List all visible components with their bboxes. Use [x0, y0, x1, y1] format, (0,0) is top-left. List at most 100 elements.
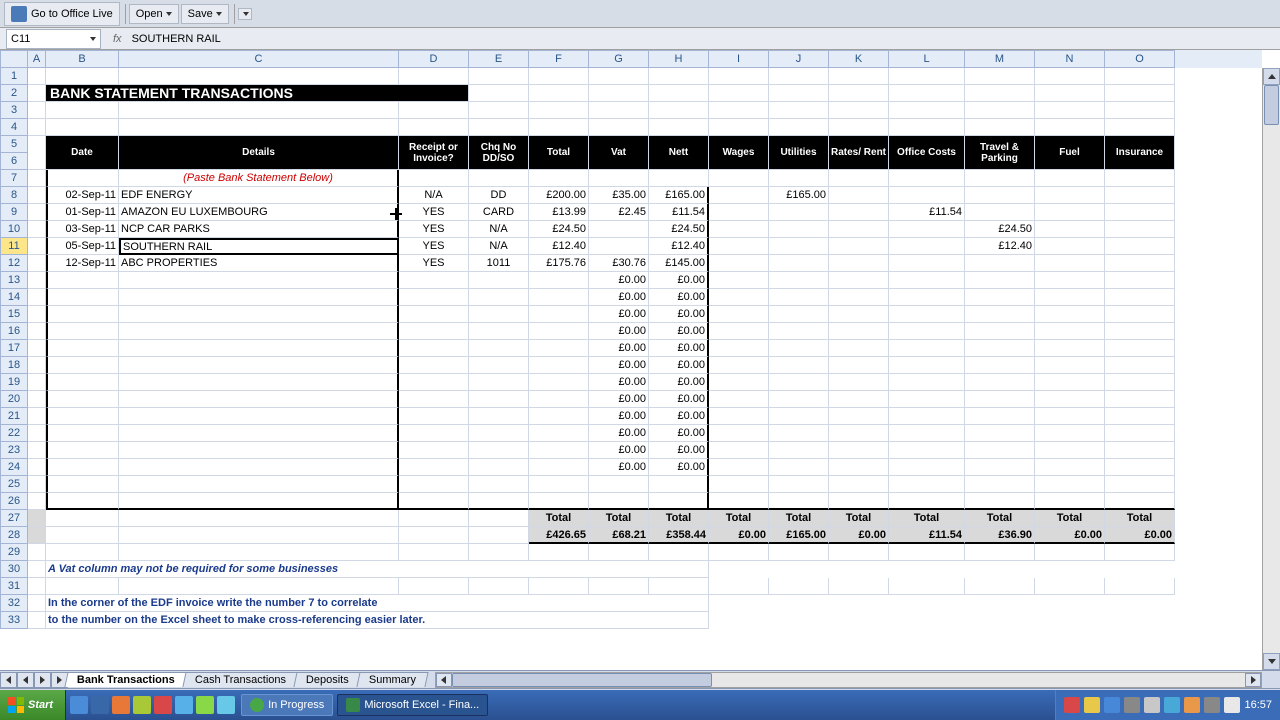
- grid-body[interactable]: BANK STATEMENT TRANSACTIONSDateDetailsRe…: [28, 68, 1262, 670]
- cell[interactable]: [46, 527, 119, 544]
- cell[interactable]: [889, 493, 965, 510]
- column-header-D[interactable]: D: [399, 50, 469, 68]
- cell[interactable]: [965, 408, 1035, 425]
- cell[interactable]: [119, 102, 399, 119]
- cell[interactable]: [399, 459, 469, 476]
- ins-cell[interactable]: [1105, 204, 1175, 221]
- cell[interactable]: [649, 544, 709, 561]
- cell[interactable]: [829, 476, 889, 493]
- quick-launch-icon[interactable]: [154, 696, 172, 714]
- cell[interactable]: [28, 374, 46, 391]
- row-header[interactable]: 27: [0, 510, 28, 527]
- table-column-header[interactable]: Rates/ Rent: [829, 136, 889, 170]
- cell[interactable]: [829, 459, 889, 476]
- cell[interactable]: [119, 578, 399, 595]
- cell[interactable]: [469, 170, 529, 187]
- cell[interactable]: [399, 374, 469, 391]
- total-value[interactable]: £0.00: [709, 527, 769, 544]
- taskbar-item-in-progress[interactable]: In Progress: [241, 694, 333, 716]
- cell[interactable]: [1035, 289, 1105, 306]
- cell[interactable]: [589, 544, 649, 561]
- travel-cell[interactable]: £12.40: [965, 238, 1035, 255]
- cell[interactable]: [28, 187, 46, 204]
- date-cell[interactable]: 05-Sep-11: [46, 238, 119, 255]
- cell[interactable]: [119, 425, 399, 442]
- receipt-cell[interactable]: YES: [399, 238, 469, 255]
- details-cell[interactable]: NCP CAR PARKS: [119, 221, 399, 238]
- cell[interactable]: [769, 68, 829, 85]
- cell[interactable]: [649, 170, 709, 187]
- tray-icon[interactable]: [1224, 697, 1240, 713]
- row-header[interactable]: 15: [0, 306, 28, 323]
- cell[interactable]: [469, 578, 529, 595]
- cell[interactable]: [589, 476, 649, 493]
- cell[interactable]: [1105, 391, 1175, 408]
- cell[interactable]: [1035, 306, 1105, 323]
- cell[interactable]: [28, 459, 46, 476]
- cell[interactable]: [889, 357, 965, 374]
- cell[interactable]: [469, 68, 529, 85]
- cell[interactable]: [769, 493, 829, 510]
- date-cell[interactable]: 03-Sep-11: [46, 221, 119, 238]
- cell[interactable]: [1035, 425, 1105, 442]
- cell[interactable]: [889, 544, 965, 561]
- chq-cell[interactable]: N/A: [469, 221, 529, 238]
- column-header-L[interactable]: L: [889, 50, 965, 68]
- cell[interactable]: [1035, 459, 1105, 476]
- name-box[interactable]: C11: [6, 29, 101, 49]
- cell[interactable]: [399, 272, 469, 289]
- cell[interactable]: [28, 289, 46, 306]
- receipt-cell[interactable]: N/A: [399, 187, 469, 204]
- cell[interactable]: [28, 408, 46, 425]
- cell[interactable]: [709, 340, 769, 357]
- row-header[interactable]: 12: [0, 255, 28, 272]
- column-header-H[interactable]: H: [649, 50, 709, 68]
- fx-icon[interactable]: fx: [109, 33, 126, 45]
- cell[interactable]: [965, 544, 1035, 561]
- row-header[interactable]: 33: [0, 612, 28, 629]
- cell[interactable]: [529, 357, 589, 374]
- cell[interactable]: [529, 476, 589, 493]
- cell[interactable]: [1105, 493, 1175, 510]
- total-value[interactable]: £0.00: [1105, 527, 1175, 544]
- total-cell[interactable]: £200.00: [529, 187, 589, 204]
- receipt-cell[interactable]: YES: [399, 204, 469, 221]
- totals-label[interactable]: Total: [529, 510, 589, 527]
- tab-nav-prev[interactable]: [17, 672, 34, 688]
- column-header-N[interactable]: N: [1035, 50, 1105, 68]
- cell[interactable]: [889, 459, 965, 476]
- toolbar-overflow-button[interactable]: [238, 8, 252, 20]
- cell[interactable]: [119, 306, 399, 323]
- row-header[interactable]: 28: [0, 527, 28, 544]
- cell[interactable]: [1105, 476, 1175, 493]
- cell[interactable]: [119, 408, 399, 425]
- row-header[interactable]: 7: [0, 170, 28, 187]
- total-value[interactable]: £68.21: [589, 527, 649, 544]
- rent-cell[interactable]: [829, 221, 889, 238]
- chq-cell[interactable]: DD: [469, 187, 529, 204]
- utilities-cell[interactable]: £165.00: [769, 187, 829, 204]
- rent-cell[interactable]: [829, 187, 889, 204]
- cell[interactable]: [119, 119, 399, 136]
- travel-cell[interactable]: [965, 255, 1035, 272]
- wages-cell[interactable]: [709, 187, 769, 204]
- sheet-tab[interactable]: Deposits: [293, 672, 361, 687]
- cell[interactable]: [1105, 578, 1175, 595]
- row-header[interactable]: 20: [0, 391, 28, 408]
- cell[interactable]: [119, 459, 399, 476]
- cell[interactable]: [769, 357, 829, 374]
- cell[interactable]: [119, 510, 399, 527]
- cell[interactable]: [1035, 391, 1105, 408]
- cell[interactable]: [965, 68, 1035, 85]
- cell[interactable]: [1105, 289, 1175, 306]
- cell[interactable]: [709, 85, 769, 102]
- cell[interactable]: [1105, 68, 1175, 85]
- cell[interactable]: [1105, 85, 1175, 102]
- table-column-header[interactable]: Total: [529, 136, 589, 170]
- cell[interactable]: [709, 544, 769, 561]
- cell[interactable]: £0.00: [589, 340, 649, 357]
- row-header[interactable]: 24: [0, 459, 28, 476]
- vat-cell[interactable]: [589, 238, 649, 255]
- total-cell[interactable]: £175.76: [529, 255, 589, 272]
- row-header[interactable]: 29: [0, 544, 28, 561]
